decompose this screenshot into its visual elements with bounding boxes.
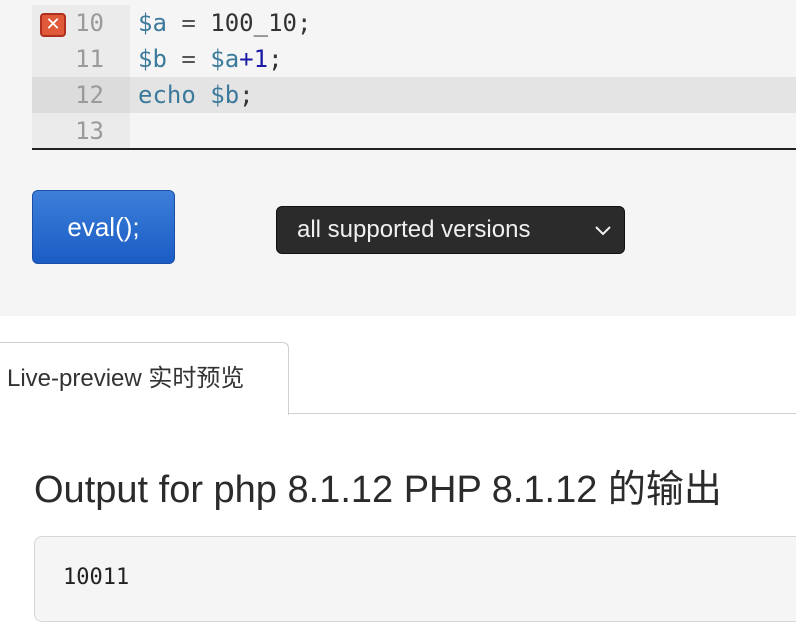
code-token: = [166,45,211,73]
code-token: $a [210,45,240,73]
code-line[interactable]: 11 $b = $a+1; [32,41,796,77]
chevron-down-icon [595,226,611,236]
version-select[interactable]: all supported versions [276,206,625,254]
code-token: 100_10 [210,9,297,37]
output-result: 10011 [63,565,130,590]
code-line[interactable]: 13 [32,113,796,149]
code-token: $b [138,45,167,73]
code-editor[interactable]: 10 ✕ $a = 100_10; 11 $b = $a+1; 12 echo $b; 13 [32,0,796,150]
tabs-divider [288,413,796,414]
code-token: = [166,9,211,37]
code-token: +1 [239,45,269,73]
code-line[interactable]: 12 echo $b; [32,77,796,113]
editor-panel: 10 ✕ $a = 100_10; 11 $b = $a+1; 12 echo $b; 13 … [0,0,796,316]
error-x-icon[interactable]: ✕ [40,13,66,37]
editor-divider [32,148,796,150]
code-text: $a = 100_10; [138,5,311,41]
code-text: echo $b; [138,77,254,113]
code-token: $a [138,9,167,37]
tab-live-preview[interactable]: Live-preview 实时预览 [0,342,289,415]
line-number: 11 [32,41,130,77]
code-token: ; [296,9,312,37]
version-select-value: all supported versions [297,216,531,243]
code-line[interactable]: 10 ✕ $a = 100_10; [32,5,796,41]
code-text: $b = $a+1; [138,41,283,77]
output-title: Output for php 8.1.12 PHP 8.1.12 的输出 [34,469,722,511]
code-token: echo [138,81,211,109]
line-number: 13 [32,113,130,149]
code-token: ; [239,81,254,109]
line-number: 12 [32,77,130,113]
eval-button[interactable]: eval(); [32,190,175,264]
code-token: ; [268,45,283,73]
output-box: 10011 [34,536,796,622]
code-token: $b [210,81,240,109]
